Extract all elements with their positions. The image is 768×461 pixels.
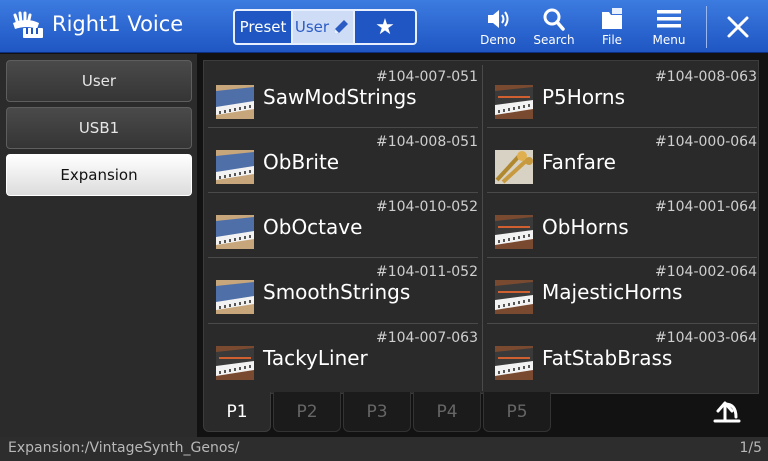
voice-number: #104-007-051 bbox=[376, 69, 478, 85]
voice-name: SawModStrings bbox=[263, 85, 417, 109]
voice-name: ObBrite bbox=[263, 150, 340, 174]
header-bar: Right1 Voice Preset User ★ Demo Search F… bbox=[0, 0, 768, 53]
voice-item-fatstabbrass[interactable]: #104-003-064 FatStabBrass bbox=[487, 324, 759, 388]
preset-tab[interactable]: Preset bbox=[235, 11, 293, 43]
folder-icon bbox=[602, 8, 622, 29]
voice-name: MajesticHorns bbox=[542, 280, 683, 304]
voice-name: TackyLiner bbox=[263, 346, 368, 370]
page-tab-p1[interactable]: P1 bbox=[203, 392, 271, 432]
dark-synth-thumbnail-icon bbox=[495, 215, 533, 249]
voice-list: #104-007-051 SawModStrings #104-008-063 … bbox=[203, 60, 759, 394]
page-tab-p5[interactable]: P5 bbox=[483, 392, 551, 432]
blue-synth-thumbnail-icon bbox=[216, 150, 254, 184]
file-button[interactable]: File bbox=[586, 6, 638, 50]
voice-number: #104-010-052 bbox=[376, 199, 478, 215]
voice-number: #104-002-064 bbox=[655, 264, 757, 280]
user-tab-label: User bbox=[294, 18, 330, 36]
blue-synth-thumbnail-icon bbox=[216, 85, 254, 119]
folder-up-button[interactable] bbox=[707, 394, 747, 430]
voice-item-oboctave[interactable]: #104-010-052 ObOctave bbox=[208, 193, 480, 257]
blue-synth-thumbnail-icon bbox=[216, 215, 254, 249]
drive-label: USB1 bbox=[78, 119, 120, 137]
voice-number: #104-008-063 bbox=[655, 69, 757, 85]
voice-name: FatStabBrass bbox=[542, 346, 673, 370]
hamburger-menu-icon bbox=[657, 10, 681, 28]
voice-number: #104-000-064 bbox=[655, 134, 757, 150]
voice-number: #104-007-063 bbox=[376, 330, 478, 346]
folder-up-arrow-icon bbox=[713, 401, 741, 423]
search-icon bbox=[543, 8, 565, 31]
voice-item-tackyliner[interactable]: #104-007-063 TackyLiner bbox=[208, 324, 480, 388]
voice-category-selector: Preset User ★ bbox=[233, 9, 417, 45]
drive-label: User bbox=[81, 72, 117, 90]
voice-item-obbrite[interactable]: #104-008-051 ObBrite bbox=[208, 128, 480, 192]
preset-tab-label: Preset bbox=[239, 18, 287, 36]
page-tab-p4[interactable]: P4 bbox=[413, 392, 481, 432]
pencil-icon bbox=[334, 20, 349, 34]
dark-synth-thumbnail-icon bbox=[495, 85, 533, 119]
voice-name: ObOctave bbox=[263, 215, 363, 239]
speaker-icon bbox=[488, 10, 509, 28]
header-divider bbox=[706, 6, 707, 48]
voice-number: #104-011-052 bbox=[376, 264, 478, 280]
brass-horns-thumbnail-icon bbox=[495, 150, 533, 184]
column-divider bbox=[482, 65, 483, 391]
voice-item-obhorns[interactable]: #104-001-064 ObHorns bbox=[487, 193, 759, 257]
voice-name: P5Horns bbox=[542, 85, 626, 109]
close-icon bbox=[727, 16, 749, 38]
voice-item-p5horns[interactable]: #104-008-063 P5Horns bbox=[487, 63, 759, 127]
blue-synth-thumbnail-icon bbox=[216, 280, 254, 314]
page-tab-p2[interactable]: P2 bbox=[273, 392, 341, 432]
page-indicator: 1/5 bbox=[739, 440, 762, 456]
user-tab[interactable]: User bbox=[293, 11, 355, 43]
page-tab-label: P5 bbox=[506, 401, 528, 422]
voice-item-majestichorns[interactable]: #104-002-064 MajesticHorns bbox=[487, 258, 759, 322]
voice-item-smoothstrings[interactable]: #104-011-052 SmoothStrings bbox=[208, 258, 480, 322]
voice-item-fanfare[interactable]: #104-000-064 Fanfare bbox=[487, 128, 759, 192]
star-icon: ★ bbox=[375, 14, 395, 40]
voice-browser: #104-007-051 SawModStrings #104-008-063 … bbox=[197, 54, 768, 437]
voice-number: #104-003-064 bbox=[655, 330, 757, 346]
voice-name: SmoothStrings bbox=[263, 280, 411, 304]
drive-expansion-button[interactable]: Expansion bbox=[6, 154, 192, 196]
keyboard-hand-icon bbox=[13, 11, 43, 38]
file-label: File bbox=[601, 33, 623, 47]
drive-label: Expansion bbox=[60, 166, 138, 184]
page-tab-label: P4 bbox=[436, 401, 458, 422]
dark-synth-thumbnail-icon bbox=[216, 346, 254, 380]
status-bar: Expansion:/VintageSynth_Genos/ 1/5 bbox=[0, 437, 768, 461]
menu-button[interactable]: Menu bbox=[643, 6, 695, 50]
demo-label: Demo bbox=[480, 33, 516, 47]
favorite-tab[interactable]: ★ bbox=[355, 11, 415, 43]
close-button[interactable] bbox=[718, 9, 758, 45]
current-path: Expansion:/VintageSynth_Genos/ bbox=[8, 440, 240, 456]
voice-name: ObHorns bbox=[542, 215, 629, 239]
window-title: Right1 Voice bbox=[52, 12, 184, 36]
dark-synth-thumbnail-icon bbox=[495, 346, 533, 380]
drive-panel: User USB1 Expansion bbox=[0, 54, 197, 437]
voice-number: #104-001-064 bbox=[655, 199, 757, 215]
page-tab-p3[interactable]: P3 bbox=[343, 392, 411, 432]
demo-button[interactable]: Demo bbox=[472, 6, 524, 50]
page-tab-label: P3 bbox=[366, 401, 388, 422]
page-tab-label: P2 bbox=[296, 401, 318, 422]
voice-number: #104-008-051 bbox=[376, 134, 478, 150]
search-label: Search bbox=[533, 33, 575, 47]
menu-label: Menu bbox=[652, 33, 686, 47]
voice-name: Fanfare bbox=[542, 150, 616, 174]
page-tab-label: P1 bbox=[226, 401, 248, 422]
search-button[interactable]: Search bbox=[528, 6, 580, 50]
dark-synth-thumbnail-icon bbox=[495, 280, 533, 314]
drive-user-button[interactable]: User bbox=[6, 60, 192, 102]
drive-usb1-button[interactable]: USB1 bbox=[6, 107, 192, 149]
page-tabs: P1 P2 P3 P4 P5 bbox=[203, 392, 551, 432]
voice-item-sawmodstrings[interactable]: #104-007-051 SawModStrings bbox=[208, 63, 480, 127]
